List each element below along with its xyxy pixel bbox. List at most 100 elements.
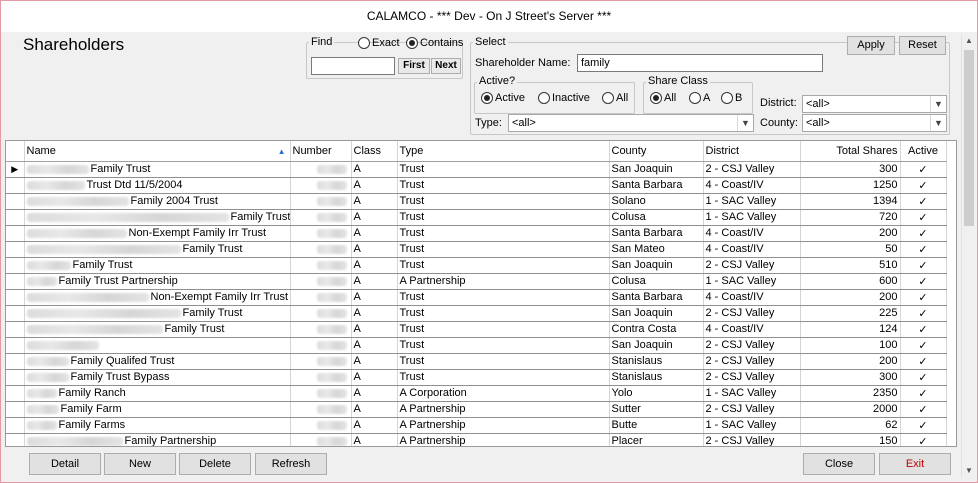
cell-class: A: [351, 417, 398, 434]
grid-header-row: Name ▲ Number Class Type County District …: [6, 141, 947, 162]
redacted-number: [316, 212, 347, 222]
cell-name-text: Family Qualifed Trust: [70, 355, 175, 367]
column-header-number[interactable]: Number: [290, 141, 352, 162]
row-selector: [6, 273, 25, 290]
share-class-radio-all[interactable]: All: [650, 92, 676, 104]
redacted-number: [316, 292, 347, 302]
cell-number: [290, 193, 352, 210]
page-title: Shareholders: [23, 35, 125, 54]
cell-name: Family Ranch: [24, 385, 291, 402]
cell-total-shares: 150: [800, 433, 901, 446]
table-row[interactable]: Trust Dtd 11/5/2004 A Trust Santa Barbara 4 …: [6, 177, 947, 194]
cell-county: Santa Barbara: [609, 225, 704, 242]
cell-active: ✓: [900, 241, 947, 258]
exit-button-label: Exit: [905, 458, 925, 470]
table-row[interactable]: Family Trust A Trust Contra Costa 4 - Coast/…: [6, 321, 947, 338]
shareholders-grid[interactable]: Name ▲ Number Class Type County District …: [5, 140, 957, 447]
table-row[interactable]: Family Trust A Trust Colusa 1 - SAC Valley 72…: [6, 209, 947, 226]
chevron-down-icon[interactable]: ▼: [930, 96, 946, 112]
table-row[interactable]: A Trust San Joaquin 2 - CSJ Valley 100 ✓: [6, 337, 947, 354]
cell-class: A: [351, 289, 398, 306]
cell-name: Family Trust: [24, 305, 291, 322]
reset-button[interactable]: Reset: [899, 36, 946, 55]
refresh-button[interactable]: Refresh: [255, 453, 327, 475]
exit-button[interactable]: Exit: [879, 453, 951, 475]
find-next-button[interactable]: Next: [431, 58, 461, 74]
type-select[interactable]: <all> ▼: [508, 114, 754, 132]
cell-district: 2 - CSJ Valley: [703, 353, 801, 370]
district-label: District:: [760, 97, 797, 109]
table-row[interactable]: Family Trust A Trust San Joaquin 2 - CSJ Val…: [6, 305, 947, 322]
redacted-name: [26, 420, 57, 430]
cell-district: 1 - SAC Valley: [703, 417, 801, 434]
row-selector: [6, 417, 25, 434]
cell-type: Trust: [397, 353, 610, 370]
cell-district: 2 - CSJ Valley: [703, 257, 801, 274]
row-selector: [6, 433, 25, 446]
cell-name: Non-Exempt Family Irr Trust: [24, 225, 291, 242]
table-row[interactable]: Family Farm A A Partnership Sutter 2 - CSJ V…: [6, 401, 947, 418]
column-header-active[interactable]: Active: [900, 141, 947, 162]
radio-indicator: [650, 92, 662, 104]
district-select[interactable]: <all> ▼: [802, 95, 947, 113]
table-row[interactable]: Family Trust Bypass A Trust Stanislaus 2 - C…: [6, 369, 947, 386]
table-row[interactable]: Family Ranch A A Corporation Yolo 1 - SAC Va…: [6, 385, 947, 402]
cell-district: 2 - CSJ Valley: [703, 401, 801, 418]
active-radio-inactive[interactable]: Inactive: [538, 92, 590, 104]
column-header-district[interactable]: District: [703, 141, 801, 162]
cell-district: 1 - SAC Valley: [703, 193, 801, 210]
table-row[interactable]: Family Farms A A Partnership Butte 1 - SAC V…: [6, 417, 947, 434]
table-row[interactable]: Family Qualifed Trust A Trust Stanislaus 2 -…: [6, 353, 947, 370]
scroll-down-icon[interactable]: ▼: [962, 464, 976, 478]
column-header-total-shares[interactable]: Total Shares: [800, 141, 901, 162]
column-header-name[interactable]: Name ▲: [24, 141, 291, 162]
new-button[interactable]: New: [104, 453, 176, 475]
cell-district: 1 - SAC Valley: [703, 385, 801, 402]
cell-number: [290, 385, 352, 402]
detail-button[interactable]: Detail: [29, 453, 101, 475]
form-scrollbar[interactable]: ▲ ▼: [961, 34, 975, 478]
scroll-thumb[interactable]: [964, 50, 974, 226]
redacted-name: [26, 164, 89, 174]
cell-county: Sutter: [609, 401, 704, 418]
cell-type: Trust: [397, 321, 610, 338]
table-row[interactable]: Family Trust A Trust San Joaquin 2 - CSJ Val…: [6, 257, 947, 274]
apply-button[interactable]: Apply: [847, 36, 895, 55]
cell-class: A: [351, 209, 398, 226]
table-row[interactable]: Family Partnership A A Partnership Placer 2 …: [6, 433, 947, 446]
shareholder-name-input[interactable]: family: [577, 54, 823, 72]
share-class-radio-label: All: [664, 92, 677, 104]
share-class-radio-b[interactable]: B: [721, 92, 742, 104]
active-radio-all[interactable]: All: [602, 92, 628, 104]
detail-button-label: Detail: [50, 458, 80, 470]
delete-button[interactable]: Delete: [179, 453, 251, 475]
find-input[interactable]: [311, 57, 395, 75]
table-row[interactable]: Family Trust A Trust San Mateo 4 - Coast/IV 5…: [6, 241, 947, 258]
find-first-button[interactable]: First: [398, 58, 430, 74]
find-contains-radio[interactable]: Contains: [406, 37, 463, 49]
cell-total-shares: 1394: [800, 193, 901, 210]
county-select[interactable]: <all> ▼: [802, 114, 947, 132]
share-class-radio-a[interactable]: A: [689, 92, 710, 104]
column-header-county[interactable]: County: [609, 141, 704, 162]
table-row[interactable]: Family 2004 Trust A Trust Solano 1 - SAC Val…: [6, 193, 947, 210]
find-exact-radio[interactable]: Exact: [358, 37, 400, 49]
scroll-up-icon[interactable]: ▲: [962, 34, 976, 48]
cell-number: [290, 161, 352, 178]
table-row[interactable]: ▶ Family Trust A Trust San Joaquin 2 - CSJ Va…: [6, 161, 947, 178]
cell-county: Placer: [609, 433, 704, 446]
cell-number: [290, 289, 352, 306]
table-row[interactable]: Family Trust Partnership A A Partnership Co…: [6, 273, 947, 290]
client-area: Shareholders Find Exact Contains First N…: [1, 32, 977, 482]
active-radio-active[interactable]: Active: [481, 92, 525, 104]
chevron-down-icon[interactable]: ▼: [737, 115, 753, 131]
cell-active: ✓: [900, 337, 947, 354]
column-header-class[interactable]: Class: [351, 141, 398, 162]
close-button[interactable]: Close: [803, 453, 875, 475]
table-row[interactable]: Non-Exempt Family Irr Trust A Trust Santa B…: [6, 289, 947, 306]
cell-class: A: [351, 305, 398, 322]
row-selector: [6, 321, 25, 338]
chevron-down-icon[interactable]: ▼: [930, 115, 946, 131]
column-header-type[interactable]: Type: [397, 141, 610, 162]
table-row[interactable]: Non-Exempt Family Irr Trust A Trust Santa B…: [6, 225, 947, 242]
